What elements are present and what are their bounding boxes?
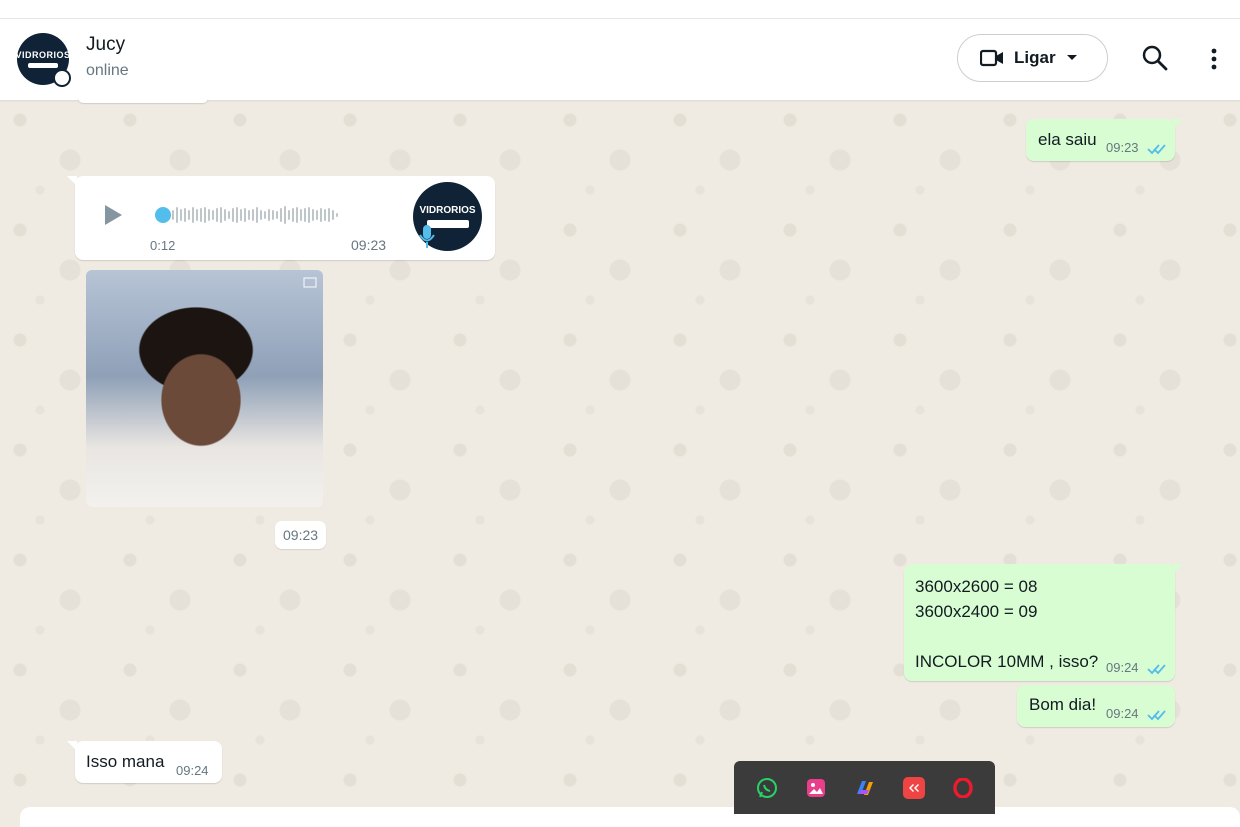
- read-ticks-icon: [1147, 706, 1167, 726]
- message-bubble-outgoing[interactable]: 3600x2600 = 08 3600x2400 = 09 INCOLOR 10…: [904, 564, 1183, 681]
- audio-message-bubble[interactable]: 0:12 09:23 VIDRORIOS: [67, 176, 495, 260]
- image-time: 09:23: [275, 521, 327, 549]
- message-bubble-outgoing[interactable]: Bom dia! 09:24: [1017, 685, 1175, 727]
- message-time: 09:23: [351, 237, 387, 253]
- message-time: 09:24: [1106, 706, 1139, 721]
- chat-header: VIDRORIOS Jucy online Ligar: [0, 19, 1240, 100]
- gallery-icon[interactable]: [805, 777, 827, 799]
- contact-status: online: [86, 62, 129, 79]
- message-time: 09:23: [1106, 140, 1139, 155]
- play-icon[interactable]: [103, 204, 123, 231]
- message-composer[interactable]: [20, 807, 1240, 827]
- microphone-icon: [419, 224, 435, 255]
- copilot-icon[interactable]: [854, 777, 876, 799]
- audio-waveform[interactable]: [172, 204, 338, 226]
- message-text-line: 3600x2400 = 09: [915, 602, 1038, 621]
- message-time: 09:24: [1106, 660, 1139, 675]
- previous-message-bubble: [78, 93, 208, 103]
- read-ticks-icon: [1147, 660, 1167, 680]
- sender-avatar-brand: VIDRORIOS: [419, 205, 476, 216]
- contact-avatar[interactable]: VIDRORIOS: [15, 33, 71, 87]
- message-text: ela saiu: [1038, 130, 1097, 149]
- message-text: Bom dia!: [1029, 695, 1097, 714]
- image-message[interactable]: [86, 270, 323, 507]
- opera-icon[interactable]: [952, 777, 974, 799]
- status-ring-icon: [53, 69, 71, 87]
- cast-icon: [303, 276, 317, 294]
- contact-name[interactable]: Jucy: [86, 34, 125, 56]
- audio-seek-handle[interactable]: [155, 207, 171, 223]
- avatar-brand-text: VIDRORIOS: [15, 50, 71, 60]
- message-bubble-incoming[interactable]: Isso mana 09:24: [67, 741, 222, 783]
- read-ticks-icon: [1147, 140, 1167, 160]
- message-text-line: 3600x2600 = 08: [915, 577, 1038, 596]
- message-text-line: INCOLOR 10MM , isso?: [915, 652, 1099, 671]
- whatsapp-icon[interactable]: [756, 777, 778, 799]
- chevron-down-icon[interactable]: [1066, 54, 1078, 62]
- menu-kebab-icon[interactable]: [1209, 47, 1219, 76]
- browser-bookmarks-strip: [0, 0, 1240, 19]
- message-text: Isso mana: [86, 752, 165, 771]
- call-button[interactable]: Ligar: [957, 34, 1108, 82]
- video-camera-icon: [980, 49, 1004, 67]
- taskbar-dock: [734, 761, 995, 814]
- message-bubble-outgoing[interactable]: ela saiu 09:23: [1026, 119, 1183, 161]
- anydesk-icon[interactable]: [902, 776, 925, 799]
- message-time: 09:24: [176, 763, 209, 778]
- audio-duration: 0:12: [150, 238, 176, 253]
- call-button-label: Ligar: [1014, 48, 1056, 67]
- search-icon[interactable]: [1142, 45, 1168, 76]
